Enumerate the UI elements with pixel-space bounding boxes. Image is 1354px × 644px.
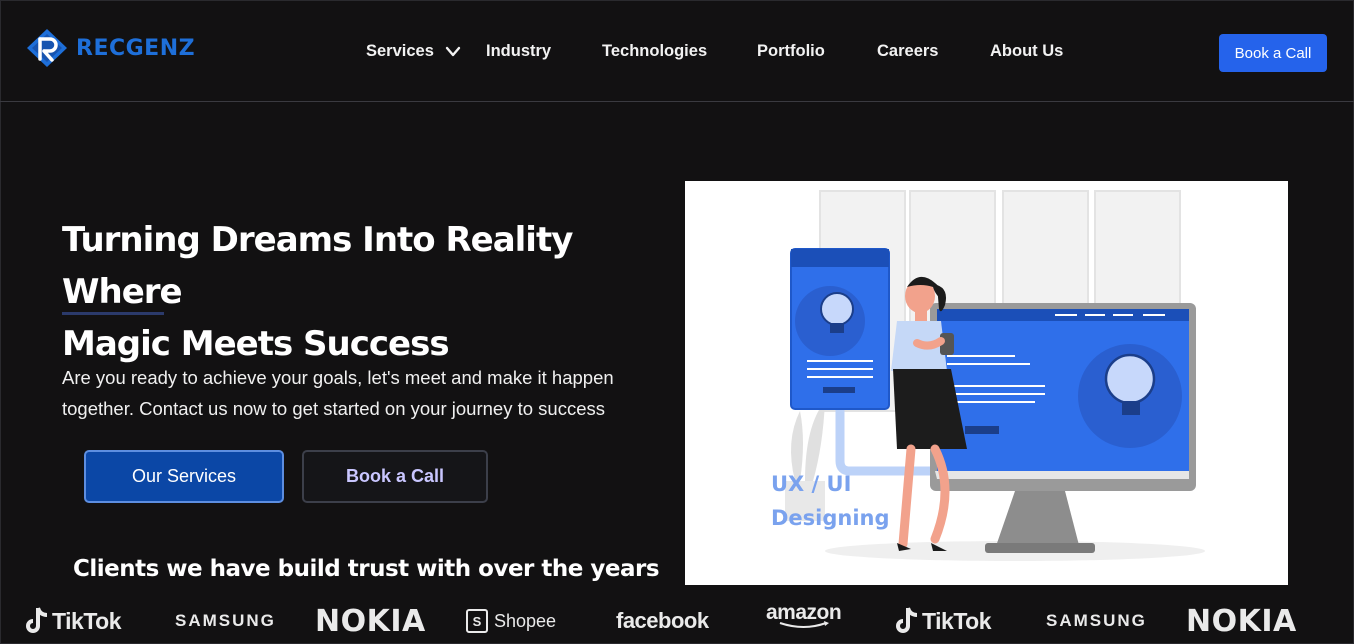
client-logo-tiktok-text: TikTok [52,607,122,634]
nav-technologies[interactable]: Technologies [602,42,707,61]
book-call-header-button[interactable]: Book a Call [1219,34,1327,72]
client-logo-tiktok: TikTok [26,603,122,639]
nav-about-us[interactable]: About Us [990,42,1063,61]
nav-services[interactable]: Services [366,42,434,61]
hero-headline: Turning Dreams Into Reality Where Magic … [62,214,682,370]
tiktok-note-icon [896,607,918,633]
site-header: RECGENZ Services Industry Technologies P… [0,0,1354,102]
client-logo-samsung: SAMSUNG [175,603,276,639]
hero-subtext-line2: together. Contact us now to get started … [62,398,605,419]
client-logo-shopee: S Shopee [466,603,556,639]
client-logo-samsung-2-text: SAMSUNG [1046,611,1147,630]
clients-title: Clients we have build trust with over th… [73,556,660,582]
nav-careers[interactable]: Careers [877,42,938,61]
client-logo-facebook: facebook [616,603,709,639]
client-logo-shopee-text: Shopee [494,610,557,631]
hero-subtext: Are you ready to achieve your goals, let… [62,362,662,424]
logo[interactable]: RECGENZ [26,28,195,68]
client-logo-nokia: NOKIA [315,603,426,639]
client-logo-tiktok-2-text: TikTok [922,607,992,634]
headline-underline [62,312,164,315]
client-logo-amazon: amazon [766,601,842,637]
client-logo-nokia-2: NOKIA [1186,603,1297,639]
hero-subtext-line1: Are you ready to achieve your goals, let… [62,367,614,388]
hero-illustration: UX / UI Designing [685,181,1288,585]
illustration-caption-line1: UX / UI [771,472,851,496]
client-logo-samsung-2: SAMSUNG [1046,603,1147,639]
logo-text: RECGENZ [76,35,196,61]
client-logo-facebook-text: facebook [616,608,709,633]
client-logo-nokia-text: NOKIA [315,603,426,639]
amazon-smile-icon [779,621,829,628]
hero-headline-line1: Turning Dreams Into Reality Where [62,220,573,312]
client-logo-tiktok-2: TikTok [896,603,992,639]
tiktok-note-icon [26,607,48,633]
nav-industry[interactable]: Industry [486,42,551,61]
illustration-caption-line2: Designing [771,506,890,530]
logo-mark-icon [27,29,67,67]
book-call-button[interactable]: Book a Call [302,450,488,503]
chevron-down-icon[interactable] [444,45,462,59]
shopee-bag-icon: S [466,609,488,633]
our-services-button[interactable]: Our Services [84,450,284,503]
nav-portfolio[interactable]: Portfolio [757,42,825,61]
client-logo-samsung-text: SAMSUNG [175,611,276,630]
client-logo-nokia-2-text: NOKIA [1186,603,1297,639]
